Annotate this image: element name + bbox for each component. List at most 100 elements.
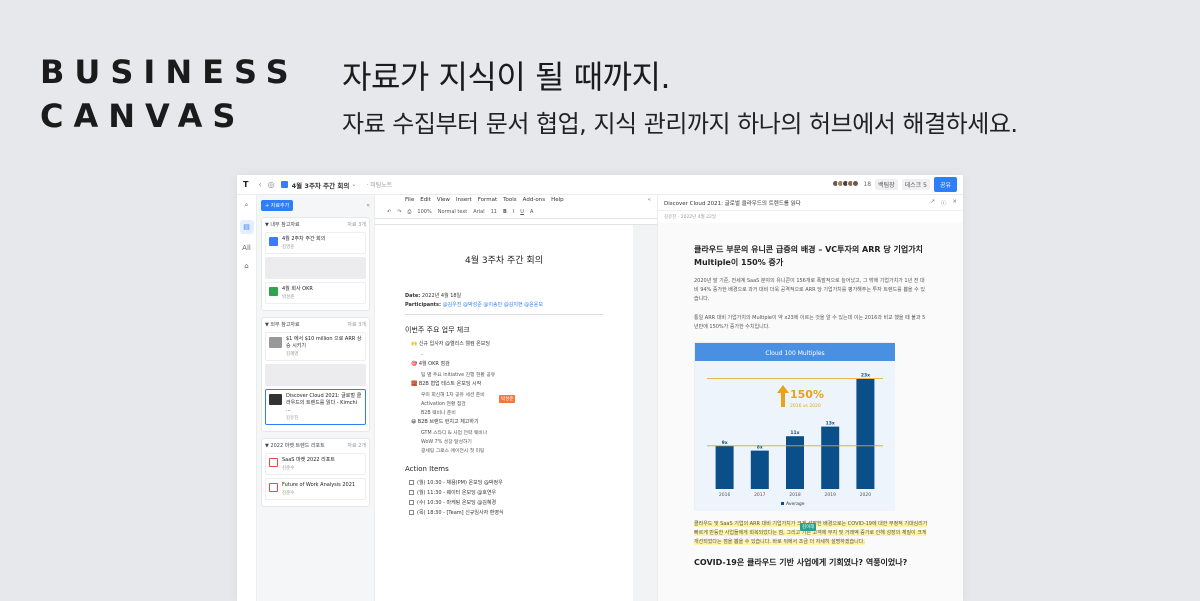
article-date: 2022년 4월 22일 bbox=[680, 215, 717, 220]
collapse-icon[interactable]: « bbox=[648, 197, 651, 203]
group-title: ▼ 2022 마켓 트렌드 리포트 bbox=[265, 443, 325, 449]
menu-format[interactable]: Format bbox=[478, 197, 497, 203]
section-heading: Action Items bbox=[405, 465, 449, 473]
card-title: 4월 2주차 주간 회의 bbox=[282, 236, 326, 242]
todo-item[interactable]: (월) 11:30 - 웨이터 온보딩 @호연우 bbox=[409, 489, 603, 496]
resource-card-selected[interactable]: Discover Cloud 2021: 글로벌 클라우드의 트렌드를 읽다 -… bbox=[265, 389, 366, 425]
print-icon[interactable]: ⎙ bbox=[407, 209, 411, 215]
underline-icon[interactable]: U bbox=[520, 209, 524, 215]
group-title: ▼ 내부 참고자료 bbox=[265, 222, 300, 228]
todo-text: (월) 11:30 - 웨이터 온보딩 @호연우 bbox=[417, 490, 497, 496]
check-circle-icon[interactable]: ◎ bbox=[268, 180, 275, 189]
checkbox[interactable] bbox=[409, 480, 414, 485]
resource-card[interactable]: 4월 회사 OKR 박성준 bbox=[265, 282, 366, 304]
chart-container: Cloud 100 Multiples 9x 2016 8x 2017 11x 2018 1… bbox=[694, 342, 895, 511]
user-chip-2[interactable]: 데스크 5 bbox=[901, 179, 930, 190]
font-size-input[interactable]: 11 bbox=[491, 209, 497, 215]
checkbox[interactable] bbox=[409, 490, 414, 495]
card-title: 4월 회사 OKR bbox=[282, 286, 313, 292]
card-title: SaaS 마켓 2022 리포트 bbox=[282, 457, 335, 463]
font-select[interactable]: Arial bbox=[473, 209, 484, 215]
text-color-icon[interactable]: A bbox=[530, 209, 533, 215]
list-item: 🙌 신규 입사자 @엘리스 웰컴 온보딩 bbox=[411, 341, 490, 347]
participants-line: Participants: @김우진 @박성준 @이송민 @김지현 @윤윤모 bbox=[405, 301, 603, 308]
menu-addons[interactable]: Add-ons bbox=[523, 197, 545, 203]
shop-icon[interactable]: ⌂ bbox=[244, 262, 248, 270]
spreadsheet-icon bbox=[269, 287, 278, 296]
checkbox[interactable] bbox=[409, 510, 414, 515]
todo-item[interactable]: (수) 10:30 - 마케팅 온보딩 @김혜경 bbox=[409, 499, 603, 506]
resource-sidebar: + 자료추가 « ▼ 내부 참고자료 자료 3개 4월 2주차 주간 회의 김영준… bbox=[257, 195, 375, 601]
menu-edit[interactable]: Edit bbox=[420, 197, 431, 203]
bold-icon[interactable]: B bbox=[503, 209, 507, 215]
headline: 자료가 지식이 될 때까지. bbox=[342, 58, 671, 96]
collapse-icon[interactable]: « bbox=[366, 202, 370, 209]
article-meta: 김유진 · 2022년 4월 22일 bbox=[664, 215, 717, 220]
todo-item[interactable]: (목) 18:30 - [Team] 신규임사자 환영식 bbox=[409, 509, 603, 516]
menu-tools[interactable]: Tools bbox=[503, 197, 517, 203]
resource-card[interactable]: SaaS 마켓 2022 리포트 김준수 bbox=[265, 453, 366, 475]
document-page[interactable]: 4월 3주차 주간 회의 Date: 2022년 4월 18일 Particip… bbox=[375, 225, 633, 601]
checkbox[interactable] bbox=[409, 500, 414, 505]
group-header[interactable]: ▼ 외부 참고자료 자료 3개 bbox=[265, 321, 366, 328]
menu-help[interactable]: Help bbox=[551, 197, 564, 203]
back-icon[interactable]: ‹ bbox=[258, 180, 261, 189]
app-logo[interactable]: T bbox=[243, 180, 248, 189]
share-button[interactable]: 공유 bbox=[933, 177, 957, 192]
italic-icon[interactable]: I bbox=[513, 209, 514, 215]
doc-title[interactable]: 4월 3주차 주간 회의 bbox=[292, 180, 350, 190]
card-title: $1 에서 $10 million 으로 ARR 상승 시키기 bbox=[286, 336, 362, 349]
style-select[interactable]: Normal text bbox=[438, 209, 468, 215]
user-chip-1[interactable]: 백팀장 bbox=[875, 179, 898, 190]
group-header[interactable]: ▼ 내부 참고자료 자료 3개 bbox=[265, 221, 366, 228]
subline: 자료 수집부터 문서 협업, 지식 관리까지 하나의 허브에서 해결하세요. bbox=[342, 110, 1018, 138]
x-tick-2016: 2016 bbox=[719, 492, 731, 498]
chevron-down-icon[interactable]: ⌄ bbox=[351, 181, 356, 188]
todo-text: (목) 18:30 - [Team] 신규임사자 환영식 bbox=[417, 510, 504, 516]
collaborator-cursor-tag: 박성준 bbox=[499, 395, 516, 403]
close-icon[interactable]: ✕ bbox=[952, 199, 957, 207]
bar-2020 bbox=[856, 378, 875, 489]
participants-value[interactable]: @김우진 @박성준 @이송민 @김지현 @윤윤모 bbox=[443, 302, 543, 308]
pdf-icon bbox=[269, 458, 278, 467]
zoom-select[interactable]: 100% bbox=[417, 209, 431, 215]
document-icon bbox=[280, 181, 288, 188]
undo-icon[interactable]: ↶ bbox=[387, 209, 391, 215]
menu-file[interactable]: File bbox=[405, 197, 414, 203]
list-item: 😀 B2B 브랜드 런치고 체고하기 bbox=[411, 419, 479, 425]
member-avatars[interactable] bbox=[832, 180, 860, 189]
article-author: 김유진 bbox=[664, 215, 677, 220]
list-item: 🎯 4월 OKR 점검 bbox=[411, 361, 450, 367]
external-link-icon[interactable]: ↗ bbox=[930, 199, 935, 207]
all-tab[interactable]: All bbox=[242, 244, 251, 252]
info-icon[interactable]: ⓘ bbox=[941, 199, 947, 207]
resource-card[interactable]: $1 에서 $10 million 으로 ARR 상승 시키기 김혜영 bbox=[265, 332, 366, 361]
menu-view[interactable]: View bbox=[437, 197, 450, 203]
divider bbox=[405, 314, 603, 315]
redo-icon[interactable]: ↷ bbox=[397, 209, 401, 215]
article-body[interactable]: 클라우드 부문의 유니콘 급증의 배경 – VC투자의 ARR 당 기업가치 M… bbox=[658, 223, 963, 601]
resource-card[interactable]: 4월 2주차 주간 회의 김영준 bbox=[265, 232, 366, 254]
group-header[interactable]: ▼ 2022 마켓 트렌드 리포트 자료 2개 bbox=[265, 442, 366, 449]
search-icon[interactable]: ⌕ bbox=[245, 201, 249, 210]
participants-label: Participants: bbox=[405, 302, 442, 308]
x-tick-2019: 2019 bbox=[824, 492, 836, 498]
resource-card[interactable]: Future of Work Analysis 2021 김준수 bbox=[265, 478, 366, 500]
todo-item[interactable]: (월) 10:30 - 채용(PM) 온보딩 @박정우 bbox=[409, 479, 603, 486]
todo-text: (수) 10:30 - 마케팅 온보딩 @김혜경 bbox=[417, 500, 497, 506]
resource-card-placeholder bbox=[265, 257, 366, 279]
canvas-icon[interactable]: ▤ bbox=[239, 220, 254, 234]
menu-insert[interactable]: Insert bbox=[456, 197, 472, 203]
editor-toolbar: ↶ ↷ ⎙ 100% Normal text Arial 11 B I U A bbox=[375, 205, 657, 219]
article-header: Discover Cloud 2021: 글로벌 클라우드의 트렌드를 읽다 ↗… bbox=[658, 195, 963, 211]
add-resource-button[interactable]: + 자료추가 bbox=[261, 200, 294, 211]
editor-menu-bar: File Edit View Insert Format Tools Add-o… bbox=[375, 195, 657, 205]
left-rail: ⌕ ▤ All ⌂ bbox=[237, 195, 257, 601]
group-title: ▼ 외부 참고자료 bbox=[265, 322, 300, 328]
article-paragraph: 2020년 말 기준, 전세계 SaaS 분야의 유니콘이 156개로 폭발적으… bbox=[694, 278, 925, 302]
data-label-2019: 13x bbox=[826, 421, 835, 427]
member-count: 18 bbox=[863, 181, 872, 188]
article-header-title: Discover Cloud 2021: 글로벌 클라우드의 트렌드를 읽다 bbox=[664, 200, 801, 207]
sub-list-item: GTM 스타디 & 사업 전략 웨비나 bbox=[421, 431, 488, 436]
breadcrumb[interactable]: · 미팅노트 bbox=[366, 180, 392, 189]
